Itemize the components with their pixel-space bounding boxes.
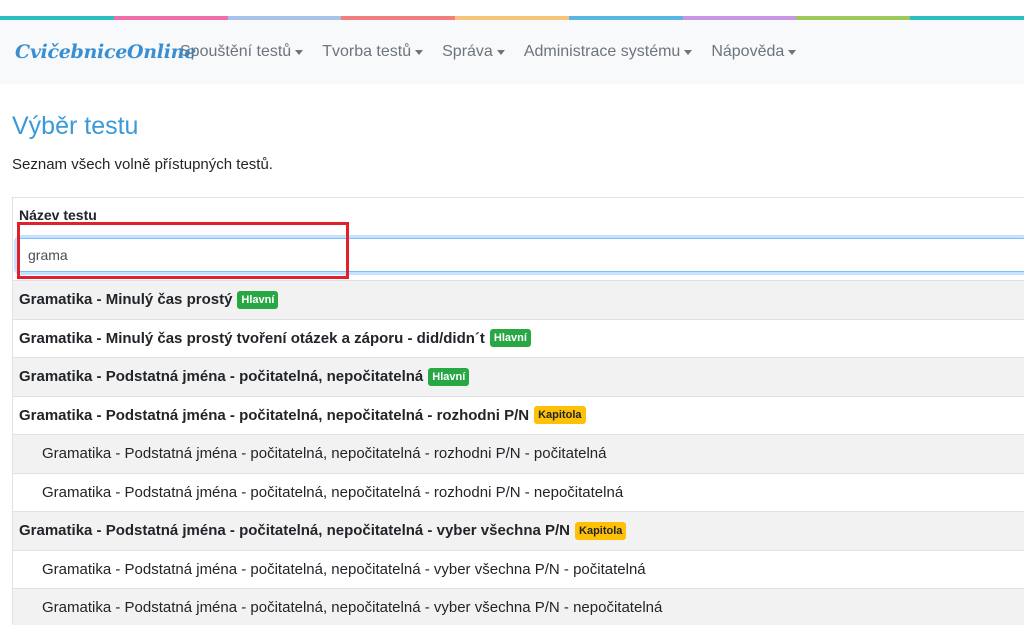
nav-administrace-systemu[interactable]: Administrace systému <box>524 43 693 61</box>
test-name: Gramatika - Minulý čas prostý <box>19 291 233 309</box>
table-row[interactable]: Gramatika - Podstatná jména - počitateln… <box>13 435 1024 474</box>
test-name: Gramatika - Podstatná jména - počitateln… <box>42 445 607 463</box>
caret-down-icon <box>684 49 693 55</box>
test-name: Gramatika - Podstatná jména - počitateln… <box>19 522 571 540</box>
nav-sprava[interactable]: Správa <box>442 43 505 61</box>
nav-label: Administrace systému <box>523 43 681 60</box>
badge-main: Hlavní <box>489 329 531 348</box>
badge-main: Hlavní <box>237 290 279 309</box>
badge-chapter: Kapitola <box>575 521 627 540</box>
table-row[interactable]: Gramatika - Podstatná jména - počitateln… <box>13 397 1024 435</box>
nav-spousteni-testu[interactable]: Spouštění testů <box>180 43 304 61</box>
test-name: Gramatika - Podstatná jména - počitateln… <box>19 406 530 424</box>
page-title: Výběr testu <box>12 112 139 140</box>
table-body: Gramatika - Minulý čas prostý Hlavní Grama… <box>13 281 1024 625</box>
tests-table: Název testu Gramatika - Minulý čas prost… <box>12 197 1024 625</box>
test-name: Gramatika - Podstatná jména - počitateln… <box>19 368 424 386</box>
table-row[interactable]: Gramatika - Minulý čas prostý tvoření ot… <box>13 320 1024 358</box>
table-row[interactable]: Gramatika - Podstatná jména - počitateln… <box>13 512 1024 551</box>
caret-down-icon <box>295 49 304 55</box>
nav-label: Tvorba testů <box>322 43 412 60</box>
table-row[interactable]: Gramatika - Podstatná jména - počitateln… <box>13 551 1024 589</box>
test-name: Gramatika - Podstatná jména - počitateln… <box>42 599 663 617</box>
top-navbar: CvičebniceOnline Spouštění testů Tvorba … <box>0 20 1024 84</box>
page-subtitle: Seznam všech volně přístupných testů. <box>12 156 273 173</box>
nav-label: Spouštění testů <box>180 43 292 60</box>
table-row[interactable]: Gramatika - Podstatná jména - počitateln… <box>13 358 1024 397</box>
nav-label: Nápověda <box>711 43 785 60</box>
test-name: Gramatika - Minulý čas prostý tvoření ot… <box>19 329 485 347</box>
brand-logo[interactable]: CvičebniceOnline <box>15 41 196 63</box>
nav-tvorba-testu[interactable]: Tvorba testů <box>322 43 424 61</box>
test-name: Gramatika - Podstatná jména - počitateln… <box>42 560 646 578</box>
test-name-filter-input[interactable] <box>17 238 1024 272</box>
table-row[interactable]: Gramatika - Podstatná jména - počitateln… <box>13 589 1024 625</box>
nav-napoveda[interactable]: Nápověda <box>711 43 797 61</box>
badge-main: Hlavní <box>428 367 470 386</box>
caret-down-icon <box>496 49 505 55</box>
badge-chapter: Kapitola <box>534 406 586 425</box>
table-row[interactable]: Gramatika - Podstatná jména - počitateln… <box>13 474 1024 512</box>
caret-down-icon <box>415 49 424 55</box>
column-header-test-name[interactable]: Název testu <box>13 198 1024 234</box>
filter-row <box>13 234 1024 281</box>
test-name: Gramatika - Podstatná jména - počitateln… <box>42 483 624 501</box>
caret-down-icon <box>788 49 797 55</box>
table-row[interactable]: Gramatika - Minulý čas prostý Hlavní <box>13 281 1024 320</box>
nav-label: Správa <box>442 43 493 60</box>
